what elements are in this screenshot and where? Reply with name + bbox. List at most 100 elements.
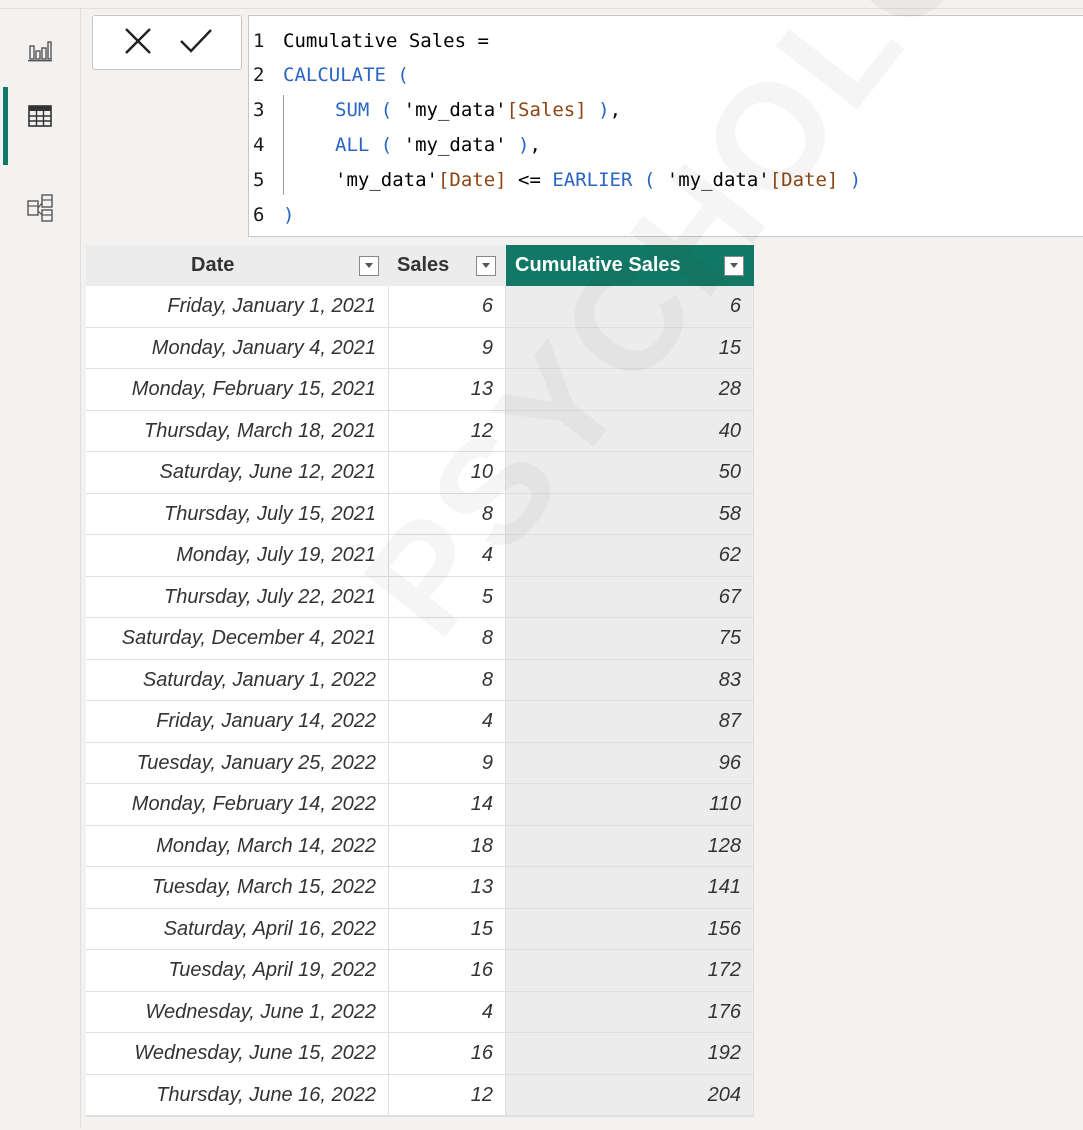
sales-cell[interactable]: 15 (389, 908, 506, 950)
table-row: Wednesday, June 15, 2022 16 192 (86, 1033, 754, 1075)
sales-cell[interactable]: 6 (389, 286, 506, 328)
formula-commit-controls (92, 15, 242, 70)
dax-all-expression: ALL ( 'my_data' ), (335, 134, 541, 156)
table-row: Tuesday, April 19, 2022 16 172 (86, 950, 754, 992)
table-row: Wednesday, June 1, 2022 4 176 (86, 991, 754, 1033)
sales-cell[interactable]: 13 (389, 867, 506, 909)
cumulative-sales-cell[interactable]: 128 (506, 825, 754, 867)
sales-cell[interactable]: 16 (389, 950, 506, 992)
cumulative-sales-cell[interactable]: 87 (506, 701, 754, 743)
cumulative-sales-cell[interactable]: 62 (506, 535, 754, 577)
column-header-label: Cumulative Sales (515, 254, 681, 276)
column-header-cumulative-sales[interactable]: Cumulative Sales (506, 245, 754, 286)
cumulative-sales-cell[interactable]: 50 (506, 452, 754, 494)
sales-cell[interactable]: 9 (389, 327, 506, 369)
date-cell[interactable]: Saturday, June 12, 2021 (86, 452, 389, 494)
date-cell[interactable]: Friday, January 1, 2021 (86, 286, 389, 328)
code-line-5: 5'my_data'[Date] <= EARLIER ( 'my_data'[… (253, 169, 862, 191)
model-view-icon (26, 193, 54, 223)
table-row: Tuesday, January 25, 2022 9 96 (86, 742, 754, 784)
table-row: Tuesday, March 15, 2022 13 141 (86, 867, 754, 909)
model-view-button[interactable] (0, 173, 80, 243)
table-row: Saturday, January 1, 2022 8 83 (86, 659, 754, 701)
cumulative-sales-cell[interactable]: 6 (506, 286, 754, 328)
cumulative-sales-cell[interactable]: 67 (506, 576, 754, 618)
dax-formula-editor[interactable]: 1 Cumulative Sales = 2 CALCULATE ( 3 SUM ( … (248, 15, 1083, 237)
date-cell[interactable]: Monday, January 4, 2021 (86, 327, 389, 369)
table-row: Thursday, July 22, 2021 5 67 (86, 576, 754, 618)
code-line-4: 4 ALL ( 'my_data' ), (253, 134, 541, 156)
cumulative-sales-cell[interactable]: 156 (506, 908, 754, 950)
column-header-sales[interactable]: Sales (389, 245, 506, 286)
table-row: Saturday, December 4, 2021 8 75 (86, 618, 754, 660)
cumulative-sales-cell[interactable]: 40 (506, 410, 754, 452)
top-strip (0, 0, 1083, 9)
sales-cell[interactable]: 8 (389, 618, 506, 660)
sales-cell[interactable]: 12 (389, 410, 506, 452)
code-line-3: 3 SUM ( 'my_data'[Sales] ), (253, 99, 622, 121)
date-cell[interactable]: Wednesday, June 1, 2022 (86, 991, 389, 1033)
date-cell[interactable]: Monday, March 14, 2022 (86, 825, 389, 867)
table-row: Saturday, April 16, 2022 15 156 (86, 908, 754, 950)
filter-dropdown-icon[interactable] (724, 255, 744, 276)
date-cell[interactable]: Monday, February 15, 2021 (86, 369, 389, 411)
table-row: Monday, March 14, 2022 18 128 (86, 825, 754, 867)
filter-dropdown-icon[interactable] (359, 255, 379, 276)
cumulative-sales-cell[interactable]: 15 (506, 327, 754, 369)
sales-cell[interactable]: 8 (389, 659, 506, 701)
commit-formula-button[interactable] (176, 23, 216, 63)
date-cell[interactable]: Thursday, July 22, 2021 (86, 576, 389, 618)
sales-cell[interactable]: 18 (389, 825, 506, 867)
sales-cell[interactable]: 16 (389, 1033, 506, 1075)
sales-cell[interactable]: 12 (389, 1074, 506, 1116)
cumulative-sales-cell[interactable]: 192 (506, 1033, 754, 1075)
cumulative-sales-cell[interactable]: 96 (506, 742, 754, 784)
table-row: Thursday, June 16, 2022 12 204 (86, 1074, 754, 1116)
date-cell[interactable]: Tuesday, March 15, 2022 (86, 867, 389, 909)
table-row: Saturday, June 12, 2021 10 50 (86, 452, 754, 494)
filter-dropdown-icon[interactable] (476, 255, 496, 276)
report-view-button[interactable] (0, 15, 80, 85)
cumulative-sales-cell[interactable]: 110 (506, 784, 754, 826)
date-cell[interactable]: Tuesday, January 25, 2022 (86, 742, 389, 784)
table-footer-blank (86, 1116, 754, 1130)
sales-cell[interactable]: 5 (389, 576, 506, 618)
date-cell[interactable]: Thursday, June 16, 2022 (86, 1074, 389, 1116)
date-cell[interactable]: Saturday, December 4, 2021 (86, 618, 389, 660)
cumulative-sales-cell[interactable]: 176 (506, 991, 754, 1033)
date-cell[interactable]: Wednesday, June 15, 2022 (86, 1033, 389, 1075)
sales-cell[interactable]: 10 (389, 452, 506, 494)
date-cell[interactable]: Saturday, April 16, 2022 (86, 908, 389, 950)
date-cell[interactable]: Thursday, July 15, 2021 (86, 493, 389, 535)
sales-cell[interactable]: 4 (389, 535, 506, 577)
view-rail (0, 9, 81, 1129)
table-row: Friday, January 14, 2022 4 87 (86, 701, 754, 743)
table-row: Monday, July 19, 2021 4 62 (86, 535, 754, 577)
date-cell[interactable]: Tuesday, April 19, 2022 (86, 950, 389, 992)
cancel-formula-button[interactable] (118, 23, 158, 63)
column-header-label: Sales (397, 254, 450, 276)
date-cell[interactable]: Monday, July 19, 2021 (86, 535, 389, 577)
table-view-button[interactable] (0, 81, 80, 165)
column-header-label: Date (191, 254, 235, 276)
sales-cell[interactable]: 4 (389, 701, 506, 743)
sales-cell[interactable]: 8 (389, 493, 506, 535)
cumulative-sales-cell[interactable]: 204 (506, 1074, 754, 1116)
cumulative-sales-cell[interactable]: 58 (506, 493, 754, 535)
sales-cell[interactable]: 9 (389, 742, 506, 784)
cumulative-sales-cell[interactable]: 28 (506, 369, 754, 411)
cumulative-sales-cell[interactable]: 141 (506, 867, 754, 909)
sales-cell[interactable]: 13 (389, 369, 506, 411)
cumulative-sales-cell[interactable]: 75 (506, 618, 754, 660)
sales-cell[interactable]: 4 (389, 991, 506, 1033)
cumulative-sales-cell[interactable]: 172 (506, 950, 754, 992)
column-header-date[interactable]: Date (86, 245, 389, 286)
date-cell[interactable]: Monday, February 14, 2022 (86, 784, 389, 826)
date-cell[interactable]: Saturday, January 1, 2022 (86, 659, 389, 701)
sales-cell[interactable]: 14 (389, 784, 506, 826)
cumulative-sales-cell[interactable]: 83 (506, 659, 754, 701)
code-line-1: 1 Cumulative Sales = (253, 30, 489, 52)
table-row: Thursday, March 18, 2021 12 40 (86, 410, 754, 452)
date-cell[interactable]: Friday, January 14, 2022 (86, 701, 389, 743)
date-cell[interactable]: Thursday, March 18, 2021 (86, 410, 389, 452)
